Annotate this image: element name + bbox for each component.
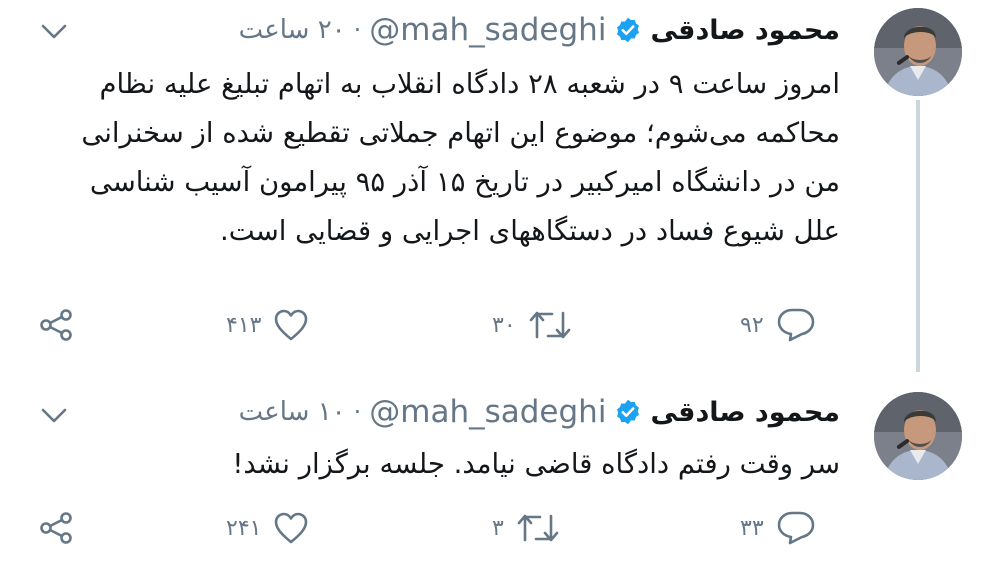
like-icon <box>275 512 308 544</box>
verified-badge-icon <box>614 16 642 44</box>
like-icon <box>275 309 308 341</box>
share-button[interactable] <box>38 305 74 345</box>
avatar[interactable] <box>874 392 962 480</box>
tweet-header: محمود صادقی @mah_sadeghi · ۱۰ ساعت <box>239 392 840 432</box>
share-button[interactable] <box>38 508 74 548</box>
share-icon <box>40 512 72 544</box>
author-name[interactable]: محمود صادقی <box>650 397 840 428</box>
share-icon <box>40 309 72 341</box>
retweet-icon <box>517 514 559 542</box>
author-handle[interactable]: @mah_sadeghi <box>369 394 606 430</box>
like-count: ۲۴۱ <box>226 515 262 541</box>
author-handle[interactable]: @mah_sadeghi <box>369 12 606 48</box>
avatar[interactable] <box>874 8 962 96</box>
reply-icon <box>777 511 814 545</box>
retweet-icon <box>529 311 570 339</box>
retweet-button[interactable]: ۳۰ <box>492 305 572 345</box>
like-button[interactable]: ۲۴۱ <box>226 508 309 548</box>
chevron-down-icon[interactable] <box>40 406 68 426</box>
retweet-button[interactable]: ۳ <box>492 508 560 548</box>
retweet-count: ۳ <box>492 515 504 541</box>
timestamp[interactable]: ۲۰ ساعت <box>239 15 346 45</box>
reply-button[interactable]: ۹۲ <box>740 305 816 345</box>
like-button[interactable]: ۴۱۳ <box>226 305 309 345</box>
retweet-count: ۳۰ <box>492 312 516 338</box>
tweet[interactable]: محمود صادقی @mah_sadeghi · ۱۰ ساعت سر وق… <box>0 380 1000 570</box>
timestamp[interactable]: ۱۰ ساعت <box>239 397 346 427</box>
tweet-actions: ۴۱۳ ۳۰ ۹۲ <box>0 305 1000 345</box>
author-name[interactable]: محمود صادقی <box>650 15 840 46</box>
tweet-actions: ۲۴۱ ۳ ۳۳ <box>0 508 1000 548</box>
reply-count: ۹۲ <box>740 312 764 338</box>
chevron-down-icon[interactable] <box>40 22 68 42</box>
reply-count: ۳۳ <box>740 515 764 541</box>
reply-icon <box>777 308 814 342</box>
tweet-text: سر وقت رفتم دادگاه قاضی نیامد. جلسه برگز… <box>232 448 840 480</box>
like-count: ۴۱۳ <box>226 312 262 338</box>
separator-dot: · <box>353 16 362 44</box>
reply-button[interactable]: ۳۳ <box>740 508 816 548</box>
tweet[interactable]: محمود صادقی @mah_sadeghi · ۲۰ ساعت امروز… <box>0 0 1000 380</box>
tweet-text: امروز ساعت ۹ در شعبه ۲۸ دادگاه انقلاب به… <box>81 68 840 247</box>
verified-badge-icon <box>614 398 642 426</box>
tweet-header: محمود صادقی @mah_sadeghi · ۲۰ ساعت <box>239 10 840 50</box>
separator-dot: · <box>353 398 362 426</box>
